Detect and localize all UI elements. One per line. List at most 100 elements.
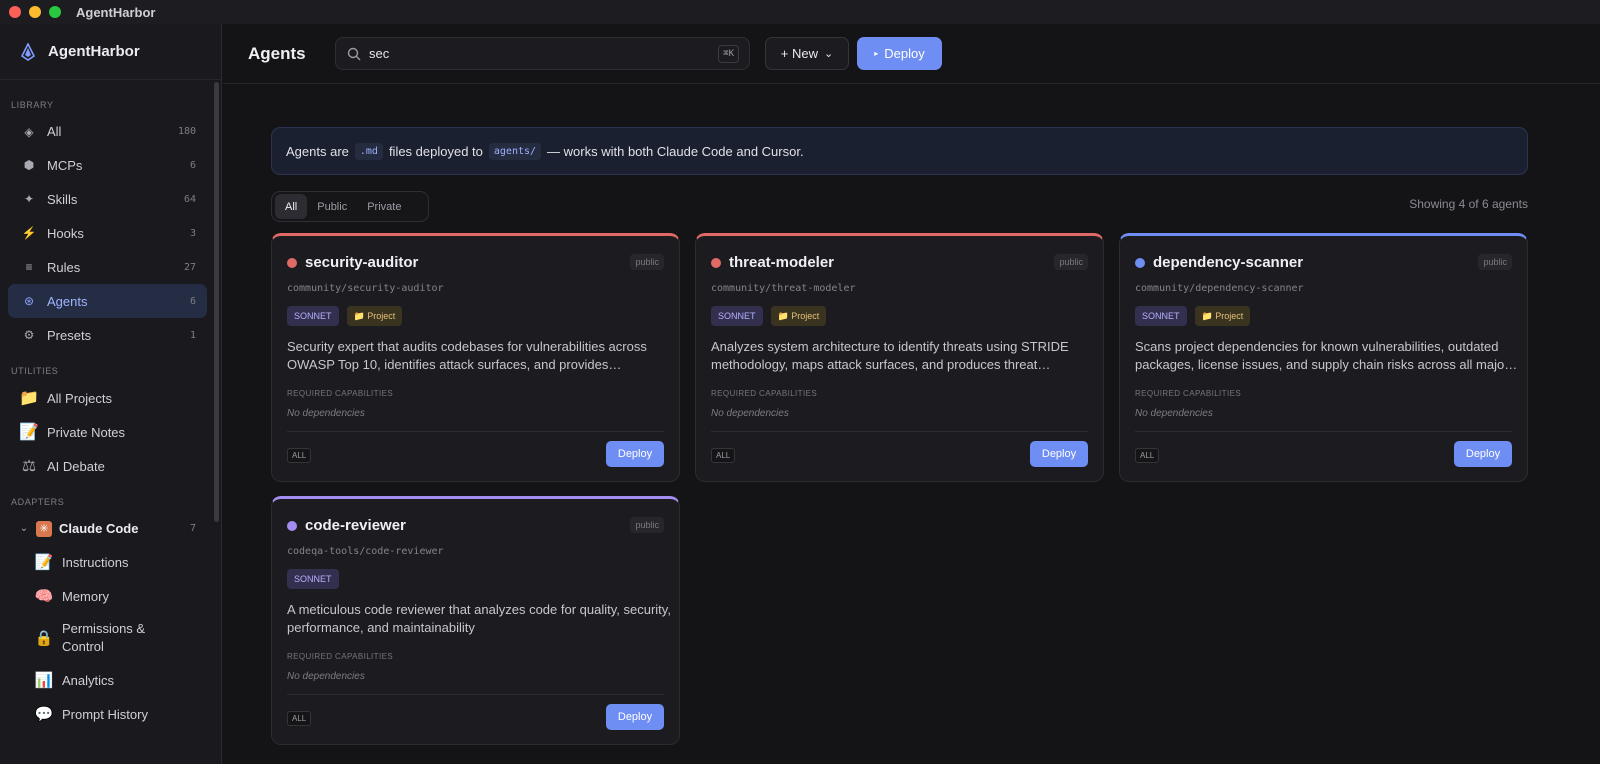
agent-card[interactable]: threat-modeler public community/threat-mod… — [695, 233, 1104, 482]
deploy-agent-button[interactable]: Deploy — [606, 704, 664, 730]
diamond-icon: ◈ — [24, 124, 34, 139]
search-input[interactable] — [369, 46, 669, 61]
banner-text: — works with both Claude Code and Cursor… — [547, 143, 804, 159]
sidebar-item-skills[interactable]: ✦ Skills 64 — [8, 182, 207, 216]
agent-name: dependency-scanner — [1153, 254, 1304, 271]
search-shortcut: ⌘K — [718, 45, 739, 63]
agent-card[interactable]: security-auditor public community/security… — [271, 233, 680, 482]
sidebar-item-agents[interactable]: ⊛ Agents 6 — [8, 284, 207, 318]
speech-bubble-icon: 💬 — [34, 706, 54, 723]
scope-badge: ALL — [1135, 448, 1160, 463]
close-window-button[interactable] — [9, 6, 21, 18]
sidebar-item-analytics[interactable]: 📊 Analytics — [26, 663, 207, 697]
capabilities-value: No dependencies — [287, 408, 365, 419]
brand[interactable]: AgentHarbor — [0, 24, 221, 80]
new-button[interactable]: + New ⌄ — [765, 37, 849, 70]
window-title: AgentHarbor — [76, 4, 156, 20]
item-count: 27 — [183, 261, 196, 273]
status-dot — [287, 520, 297, 531]
search-icon — [347, 47, 361, 60]
capabilities-value: No dependencies — [287, 671, 365, 682]
deploy-agent-button[interactable]: Deploy — [1454, 441, 1512, 467]
filter-private[interactable]: Private — [357, 194, 411, 219]
brand-name: AgentHarbor — [48, 43, 140, 60]
page-title: Agents — [248, 43, 306, 63]
filter-public[interactable]: Public — [307, 194, 357, 219]
sidebar-item-all[interactable]: ◈ All 180 — [8, 115, 207, 148]
preset-icon: ⚙ — [23, 328, 35, 342]
status-dot — [287, 257, 297, 268]
sidebar-item-private-notes[interactable]: 📝 Private Notes — [8, 415, 207, 449]
sidebar-item-presets[interactable]: ⚙ Presets 1 — [8, 318, 207, 352]
sidebar-item-memory[interactable]: 🧠 Memory — [26, 579, 207, 613]
agent-path: community/threat-modeler — [711, 283, 856, 294]
top-bar: Agents ⌘K + New ⌄ ▸ Deploy — [223, 24, 1600, 84]
model-badge: SONNET — [711, 306, 763, 326]
banner-text: files deployed to — [388, 143, 483, 159]
sidebar-item-ai-debate[interactable]: ⚖ AI Debate — [8, 449, 207, 483]
chevron-down-icon[interactable]: ⌄ — [18, 523, 30, 534]
deploy-agent-button[interactable]: Deploy — [606, 441, 664, 467]
lightning-icon: ⚡ — [21, 226, 37, 240]
model-badge: SONNET — [287, 569, 339, 589]
search-box[interactable]: ⌘K — [335, 37, 750, 70]
sidebar-item-claude-code[interactable]: ⌄ ✳ Claude Code 7 — [8, 512, 207, 545]
deploy-button-label: Deploy — [884, 46, 925, 61]
capabilities-label: REQUIRED CAPABILITIES — [711, 389, 818, 398]
scope-badge: ALL — [711, 448, 736, 463]
capabilities-value: No dependencies — [711, 408, 789, 419]
visibility-badge: public — [1054, 254, 1088, 270]
agent-card[interactable]: dependency-scanner public community/depend… — [1119, 233, 1528, 482]
claude-icon: ✳ — [36, 520, 52, 537]
agent-name: threat-modeler — [729, 254, 835, 271]
agent-icon: ⊛ — [23, 294, 35, 308]
sidebar-item-label: Prompt History — [62, 706, 148, 722]
zoom-window-button[interactable] — [49, 6, 61, 18]
divider — [1135, 431, 1512, 432]
sparkle-icon: ✦ — [23, 192, 35, 206]
capabilities-label: REQUIRED CAPABILITIES — [287, 652, 394, 661]
agent-card[interactable]: code-reviewer public codeqa-tools/code-rev… — [271, 496, 680, 745]
agent-name: security-auditor — [305, 254, 419, 271]
deploy-button[interactable]: ▸ Deploy — [857, 37, 942, 70]
visibility-badge: public — [630, 254, 664, 270]
model-badge: SONNET — [287, 306, 339, 326]
visibility-filter: All Public Private — [271, 191, 429, 222]
sidebar-item-rules[interactable]: ≡ Rules 27 — [8, 250, 207, 284]
divider — [711, 431, 1088, 432]
sidebar-item-prompt-history[interactable]: 💬 Prompt History — [26, 697, 207, 731]
anchor-logo-icon — [20, 42, 36, 61]
sidebar-item-hooks[interactable]: ⚡ Hooks 3 — [8, 216, 207, 250]
sidebar-item-permissions[interactable]: 🔒 Permissions & Control — [26, 613, 207, 663]
new-button-label: + New — [780, 46, 818, 61]
deploy-agent-button[interactable]: Deploy — [1030, 441, 1088, 467]
filter-all[interactable]: All — [275, 194, 308, 219]
chart-icon: 📊 — [34, 672, 54, 689]
minimize-window-button[interactable] — [29, 6, 41, 18]
model-badge: SONNET — [1135, 306, 1187, 326]
sidebar-item-label: Private Notes — [47, 424, 126, 440]
sidebar-scrollbar[interactable] — [214, 82, 219, 522]
memo-icon: 📝 — [19, 424, 39, 441]
sidebar-item-label: Control — [62, 639, 104, 654]
sidebar-item-all-projects[interactable]: 📁 All Projects — [8, 381, 207, 415]
visibility-badge: public — [630, 517, 664, 533]
project-badge: 📁 Project — [770, 306, 827, 326]
sidebar-item-label: All — [47, 124, 62, 139]
sidebar-item-instructions[interactable]: 📝 Instructions — [26, 545, 207, 579]
item-count: 7 — [189, 523, 196, 534]
banner-code: agents/ — [488, 142, 542, 160]
section-label-library: LIBRARY — [11, 100, 54, 110]
sidebar-item-label: Memory — [62, 588, 109, 604]
title-bar: AgentHarbor — [0, 0, 1600, 24]
agent-description: Analyzes system architecture to identify… — [711, 339, 1069, 372]
sidebar-item-label: MCPs — [47, 157, 83, 173]
item-count: 6 — [189, 295, 196, 307]
sidebar-item-label: Agents — [47, 293, 88, 309]
sidebar-item-mcps[interactable]: ⬢ MCPs 6 — [8, 148, 207, 182]
scope-badge: ALL — [287, 448, 312, 463]
sidebar-item-label: Presets — [47, 327, 92, 343]
lock-icon: 🔒 — [34, 630, 54, 647]
agent-path: community/security-auditor — [287, 283, 444, 294]
agent-name: code-reviewer — [305, 517, 406, 534]
